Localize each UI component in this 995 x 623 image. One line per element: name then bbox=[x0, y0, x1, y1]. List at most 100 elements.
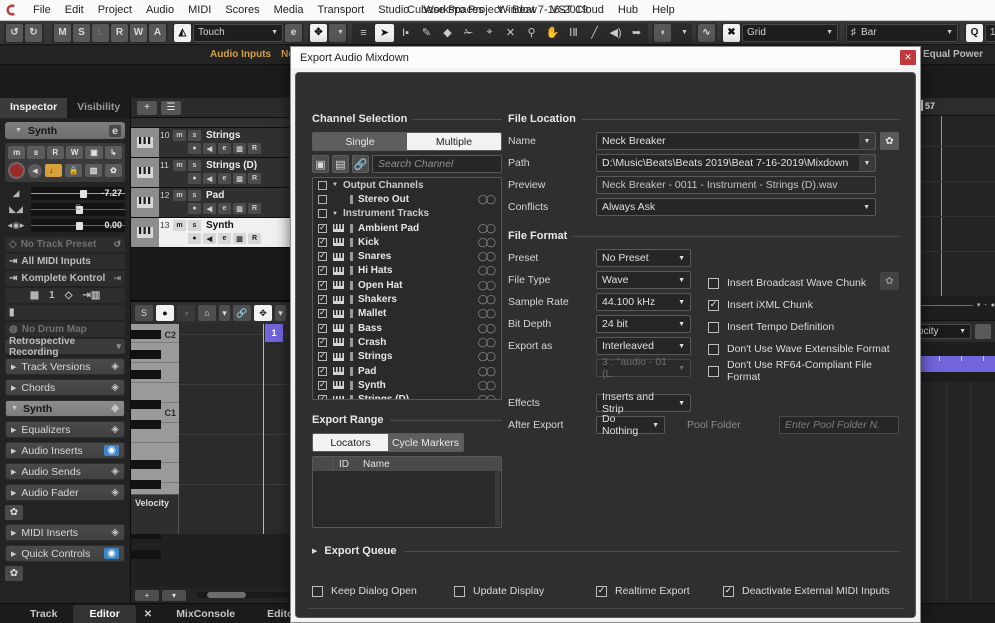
piano-black-key[interactable] bbox=[131, 370, 161, 379]
scissors-icon[interactable]: ✁ bbox=[459, 24, 478, 42]
track-edit-icon[interactable]: e bbox=[218, 143, 231, 154]
quantize-icon[interactable]: Q bbox=[966, 24, 983, 42]
option-realtime-export[interactable]: ✓Realtime Export bbox=[596, 585, 723, 597]
gear-icon[interactable]: ✿ bbox=[880, 132, 899, 150]
close-icon[interactable]: ✕ bbox=[136, 606, 160, 623]
piano-black-key[interactable] bbox=[131, 480, 161, 489]
option-checkbox[interactable]: ✓ bbox=[723, 586, 734, 597]
export-range-table[interactable]: ID Name bbox=[312, 456, 502, 528]
lower-grid[interactable] bbox=[909, 382, 995, 603]
bank-selector-slot[interactable]: ▮ bbox=[5, 305, 125, 320]
track-solo-button[interactable]: s bbox=[188, 160, 201, 171]
channel-checkbox[interactable]: ✓ bbox=[318, 338, 327, 347]
tab-track[interactable]: Track bbox=[14, 605, 73, 623]
versions-icon[interactable]: ◈ bbox=[111, 361, 119, 372]
cycle-icon[interactable]: ◑ bbox=[177, 305, 195, 321]
menu-item-help[interactable]: Help bbox=[645, 2, 682, 18]
output-arrow-icon[interactable]: ⇥ bbox=[113, 273, 121, 284]
track-monitor-button[interactable]: ◀ bbox=[203, 203, 216, 214]
channel-checkbox[interactable] bbox=[318, 195, 327, 204]
keyboard-icon[interactable]: ◈ bbox=[111, 403, 119, 414]
line-tool-icon[interactable]: ╱ bbox=[585, 24, 604, 42]
chevron-down-icon[interactable]: ▼ bbox=[673, 24, 690, 42]
write-automation-button[interactable]: W bbox=[66, 146, 83, 159]
monitor-button[interactable]: ◀ bbox=[28, 164, 42, 178]
triangle-right-icon[interactable]: ▶ bbox=[312, 547, 317, 555]
gear-icon[interactable]: ✿ bbox=[880, 272, 899, 290]
tab-locators[interactable]: Locators bbox=[313, 434, 388, 451]
inspector-section-chords[interactable]: ▶Chords◈ bbox=[5, 379, 125, 396]
grid-type-select[interactable]: ♯ Bar▼ bbox=[846, 24, 958, 42]
menu-item-midi[interactable]: MIDI bbox=[181, 2, 218, 18]
link-icon[interactable]: 🔗 bbox=[233, 305, 251, 321]
channel-checkbox[interactable]: ✓ bbox=[318, 381, 327, 390]
automation-grid[interactable] bbox=[919, 116, 995, 296]
menu-bar[interactable]: FileEditProjectAudioMIDIScoresMediaTrans… bbox=[26, 2, 682, 18]
inspector-section-audio-fader[interactable]: ▶Audio Fader◈ bbox=[5, 484, 125, 501]
controller-select[interactable]: ocity▼ bbox=[913, 324, 971, 339]
track-row[interactable]: 13msSynth●◀e▥R bbox=[131, 218, 299, 248]
controller-lane[interactable] bbox=[909, 346, 995, 380]
triangle-down-icon[interactable]: ▼ bbox=[332, 182, 338, 188]
undo-icon[interactable]: ↺ bbox=[6, 24, 23, 42]
track-record-button[interactable]: ● bbox=[188, 203, 201, 214]
channel-group-row[interactable]: ▼Output Channels bbox=[313, 178, 501, 192]
channel-row[interactable]: ✓Strings (D)◯◯ bbox=[313, 392, 501, 400]
menu-item-edit[interactable]: Edit bbox=[58, 2, 91, 18]
piano-black-key[interactable] bbox=[131, 330, 161, 339]
color-palette-icon[interactable]: ◖ bbox=[654, 24, 671, 42]
channel-row[interactable]: ✓Bass◯◯ bbox=[313, 321, 501, 335]
export-range-tabs[interactable]: Locators Cycle Markers bbox=[312, 433, 464, 452]
track-row[interactable]: 10msStrings●◀e▥R bbox=[131, 128, 299, 158]
option-update-display[interactable]: Update Display bbox=[454, 585, 596, 597]
menu-item-transport[interactable]: Transport bbox=[311, 2, 372, 18]
tab-multiple[interactable]: Multiple bbox=[407, 133, 501, 150]
channel-mode-tabs[interactable]: Single Multiple bbox=[312, 132, 502, 151]
track-read-button[interactable]: R bbox=[248, 173, 261, 184]
play-tool-icon[interactable]: ◀) bbox=[606, 24, 625, 42]
menu-item-studio[interactable]: Studio bbox=[371, 2, 416, 18]
pool-folder-input[interactable]: Enter Pool Folder N. bbox=[779, 416, 899, 434]
bit-depth-select[interactable]: 24 bit▼ bbox=[596, 315, 691, 333]
quantize-select[interactable]: 1/16▼ bbox=[985, 24, 995, 42]
option-deactivate-external-midi-inputs[interactable]: ✓Deactivate External MIDI Inputs bbox=[723, 585, 890, 597]
channel-checkbox[interactable]: ✓ bbox=[318, 266, 327, 275]
gear-icon[interactable]: ✿ bbox=[5, 566, 23, 581]
snap-mode-select[interactable]: Grid▼ bbox=[742, 24, 838, 42]
track-preset-slot[interactable]: ◇ No Track Preset ↺ bbox=[5, 237, 125, 252]
record-icon[interactable]: ● bbox=[156, 305, 174, 321]
track-instrument-icon[interactable]: ▥ bbox=[233, 203, 246, 214]
inspector-track-header[interactable]: ▼ Synth e bbox=[5, 122, 125, 139]
send-icon[interactable]: ◈ bbox=[111, 466, 119, 477]
sample-rate-select[interactable]: 44.100 kHz▼ bbox=[596, 293, 691, 311]
move-tool-icon[interactable]: ✥ bbox=[310, 24, 327, 42]
toolbar-r-button[interactable]: R bbox=[111, 24, 128, 42]
format-checkbox-row[interactable]: Don't Use RF64-Compliant File Format bbox=[708, 360, 899, 382]
chevron-down-icon[interactable]: ▾ bbox=[116, 341, 121, 352]
channel-row[interactable]: ✓Snares◯◯ bbox=[313, 249, 501, 263]
midi-part[interactable] bbox=[921, 356, 995, 372]
mute-button[interactable]: m bbox=[8, 146, 25, 159]
fader-icon[interactable]: ◈ bbox=[111, 487, 119, 498]
export-as-select[interactable]: Interleaved▼ bbox=[596, 337, 691, 355]
track-read-button[interactable]: R bbox=[248, 203, 261, 214]
tab-single[interactable]: Single bbox=[313, 133, 407, 150]
insert-icon[interactable]: ◉ bbox=[104, 445, 119, 456]
track-solo-button[interactable]: s bbox=[188, 220, 201, 231]
toolbar-a-button[interactable]: A bbox=[149, 24, 166, 42]
link-icon[interactable]: 🔗 bbox=[352, 155, 369, 173]
file-type-select[interactable]: Wave▼ bbox=[596, 271, 691, 289]
note-grid[interactable] bbox=[179, 324, 299, 534]
note-length-button[interactable]: ♩ bbox=[45, 164, 62, 177]
channel-row[interactable]: ✓Ambient Pad◯◯ bbox=[313, 221, 501, 235]
plus-icon[interactable]: + bbox=[135, 590, 159, 601]
piano-black-key[interactable] bbox=[131, 420, 161, 429]
channel-row[interactable]: ✓Pad◯◯ bbox=[313, 364, 501, 378]
track-monitor-button[interactable]: ◀ bbox=[203, 233, 216, 244]
inspector-section-track-versions[interactable]: ▶Track Versions◈ bbox=[5, 358, 125, 375]
inspector-section-audio-sends[interactable]: ▶Audio Sends◈ bbox=[5, 463, 125, 480]
eq-icon[interactable]: ◈ bbox=[111, 424, 119, 435]
arrow-select-icon[interactable]: ➤ bbox=[375, 24, 394, 42]
tab-visibility[interactable]: Visibility bbox=[67, 98, 130, 118]
glue-icon[interactable]: ⌖ bbox=[480, 24, 499, 42]
